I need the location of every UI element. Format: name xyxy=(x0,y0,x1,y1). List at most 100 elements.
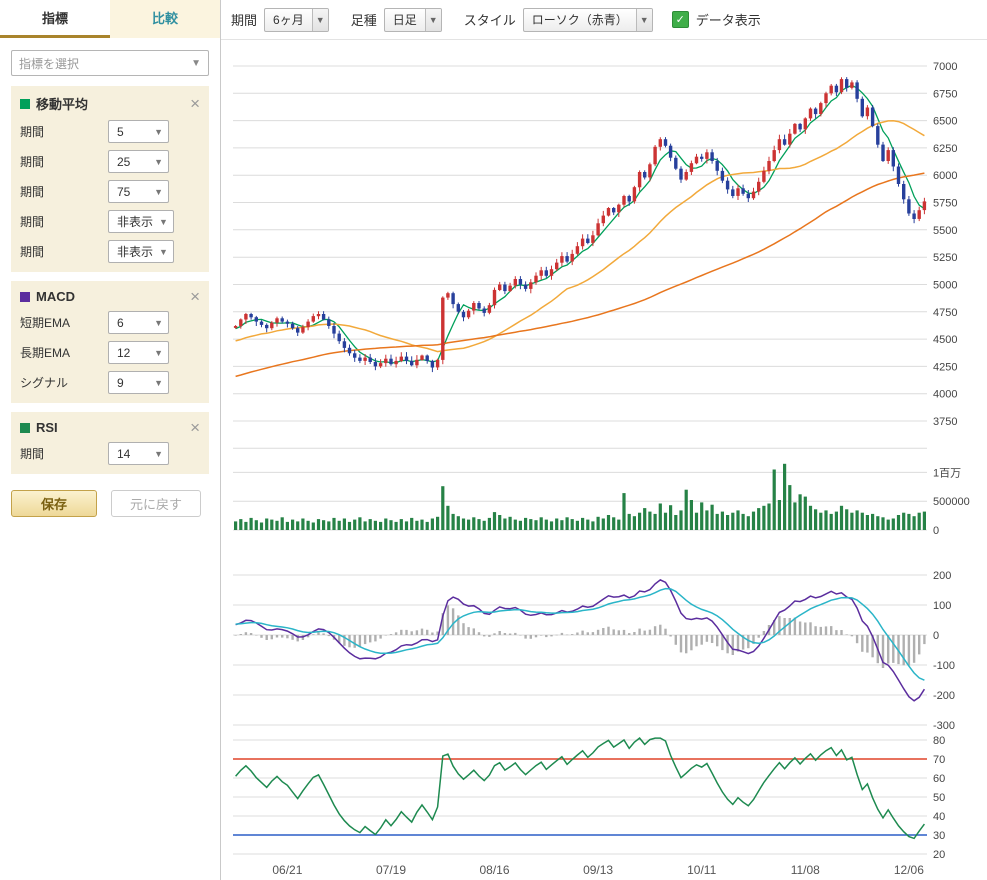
indicator-panel-rsi: RSI × 期間 14▼ xyxy=(11,412,209,474)
svg-text:4000: 4000 xyxy=(933,389,957,401)
svg-text:0: 0 xyxy=(933,630,939,642)
data-display-label: データ表示 xyxy=(696,10,761,29)
svg-text:5500: 5500 xyxy=(933,225,957,237)
macd-slow-ema-select[interactable]: 12▼ xyxy=(108,341,169,364)
setting-label: 期間 xyxy=(20,183,108,200)
series-color-swatch xyxy=(20,99,30,109)
svg-text:6000: 6000 xyxy=(933,170,957,182)
chevron-down-icon: ▼ xyxy=(159,217,168,227)
svg-text:09/13: 09/13 xyxy=(583,863,613,877)
chevron-down-icon: ▼ xyxy=(154,157,163,167)
svg-text:10/11: 10/11 xyxy=(687,863,716,877)
svg-text:4750: 4750 xyxy=(933,307,957,319)
setting-label: 短期EMA xyxy=(20,314,108,331)
stock-chart-app: 指標 比較 指標を選択 ▼ 移動平均 × 期間 5▼ 期間 25▼ 期間 xyxy=(0,0,987,880)
svg-text:70: 70 xyxy=(933,754,945,766)
svg-text:50: 50 xyxy=(933,792,945,804)
svg-text:12/06: 12/06 xyxy=(894,863,924,877)
chevron-down-icon: ▼ xyxy=(154,449,163,459)
svg-text:11/08: 11/08 xyxy=(791,863,820,877)
chevron-down-icon: ▼ xyxy=(636,9,652,31)
sidebar: 指標 比較 指標を選択 ▼ 移動平均 × 期間 5▼ 期間 25▼ 期間 xyxy=(0,0,221,880)
period-dropdown[interactable]: 6ヶ月 ▼ xyxy=(264,8,329,32)
panel-title: 移動平均 xyxy=(36,94,190,113)
setting-label: 期間 xyxy=(20,213,108,230)
ma-period-5-select[interactable]: 非表示▼ xyxy=(108,240,174,263)
svg-text:6250: 6250 xyxy=(933,143,957,155)
series-color-swatch xyxy=(20,423,30,433)
svg-text:-100: -100 xyxy=(933,660,955,672)
tab-indicators[interactable]: 指標 xyxy=(0,0,110,38)
setting-row: 期間 14▼ xyxy=(20,442,200,465)
setting-row: 期間 非表示▼ xyxy=(20,240,200,263)
svg-text:30: 30 xyxy=(933,830,945,842)
panel-header: RSI × xyxy=(20,420,200,435)
ma-period-4-select[interactable]: 非表示▼ xyxy=(108,210,174,233)
reset-button[interactable]: 元に戻す xyxy=(111,490,201,517)
panel-header: MACD × xyxy=(20,289,200,304)
svg-text:20: 20 xyxy=(933,849,945,861)
sidebar-actions: 保存 元に戻す xyxy=(11,490,209,517)
style-dropdown[interactable]: ローソク（赤青） ▼ xyxy=(523,8,653,32)
series-color-swatch xyxy=(20,292,30,302)
data-display-checkbox[interactable]: ✓ xyxy=(672,11,689,28)
chevron-down-icon: ▼ xyxy=(312,9,328,31)
svg-text:5750: 5750 xyxy=(933,198,957,210)
bar-type-dropdown[interactable]: 日足 ▼ xyxy=(384,8,442,32)
svg-text:200: 200 xyxy=(933,570,951,582)
ma-period-2-select[interactable]: 25▼ xyxy=(108,150,169,173)
macd-signal-select[interactable]: 9▼ xyxy=(108,371,169,394)
setting-row: シグナル 9▼ xyxy=(20,371,200,394)
macd-fast-ema-select[interactable]: 6▼ xyxy=(108,311,169,334)
ma-period-1-select[interactable]: 5▼ xyxy=(108,120,169,143)
indicator-select[interactable]: 指標を選択 ▼ xyxy=(11,50,209,76)
period-label: 期間 xyxy=(231,10,257,29)
panel-header: 移動平均 × xyxy=(20,94,200,113)
svg-text:5250: 5250 xyxy=(933,252,957,264)
setting-label: 期間 xyxy=(20,445,108,462)
setting-row: 期間 75▼ xyxy=(20,180,200,203)
svg-text:-300: -300 xyxy=(933,720,955,732)
svg-text:06/21: 06/21 xyxy=(272,863,302,877)
setting-label: 長期EMA xyxy=(20,344,108,361)
chevron-down-icon: ▼ xyxy=(191,58,201,69)
chevron-down-icon: ▼ xyxy=(159,247,168,257)
chevron-down-icon: ▼ xyxy=(154,378,163,388)
close-icon[interactable]: × xyxy=(190,97,200,111)
svg-text:4250: 4250 xyxy=(933,361,957,373)
svg-text:07/19: 07/19 xyxy=(376,863,406,877)
svg-text:6750: 6750 xyxy=(933,88,957,100)
rsi-period-select[interactable]: 14▼ xyxy=(108,442,169,465)
chart-svg: 3750400042504500475050005250550057506000… xyxy=(221,40,987,878)
chart-toolbar: 期間 6ヶ月 ▼ 足種 日足 ▼ スタイル ローソク（赤青） ▼ ✓ データ表示 xyxy=(221,0,987,40)
style-label: スタイル xyxy=(464,10,516,29)
svg-text:60: 60 xyxy=(933,773,945,785)
svg-text:6500: 6500 xyxy=(933,116,957,128)
indicator-select-placeholder: 指標を選択 xyxy=(19,55,79,72)
svg-text:08/16: 08/16 xyxy=(479,863,509,877)
svg-text:80: 80 xyxy=(933,735,945,747)
panel-title: MACD xyxy=(36,289,190,304)
main-content: 期間 6ヶ月 ▼ 足種 日足 ▼ スタイル ローソク（赤青） ▼ ✓ データ表示… xyxy=(221,0,987,880)
setting-label: シグナル xyxy=(20,374,108,391)
chevron-down-icon: ▼ xyxy=(154,348,163,358)
svg-text:100: 100 xyxy=(933,600,951,612)
setting-row: 長期EMA 12▼ xyxy=(20,341,200,364)
close-icon[interactable]: × xyxy=(190,290,200,304)
chevron-down-icon: ▼ xyxy=(154,187,163,197)
chart-area[interactable]: 3750400042504500475050005250550057506000… xyxy=(221,40,987,880)
setting-label: 期間 xyxy=(20,243,108,260)
tab-compare[interactable]: 比較 xyxy=(110,0,220,38)
save-button[interactable]: 保存 xyxy=(11,490,97,517)
svg-text:3750: 3750 xyxy=(933,416,957,428)
setting-label: 期間 xyxy=(20,153,108,170)
svg-text:-200: -200 xyxy=(933,690,955,702)
sidebar-tabs: 指標 比較 xyxy=(0,0,220,38)
close-icon[interactable]: × xyxy=(190,421,200,435)
chevron-down-icon: ▼ xyxy=(154,318,163,328)
setting-row: 期間 5▼ xyxy=(20,120,200,143)
chevron-down-icon: ▼ xyxy=(154,127,163,137)
svg-text:7000: 7000 xyxy=(933,61,957,73)
ma-period-3-select[interactable]: 75▼ xyxy=(108,180,169,203)
svg-text:1百万: 1百万 xyxy=(933,467,961,479)
